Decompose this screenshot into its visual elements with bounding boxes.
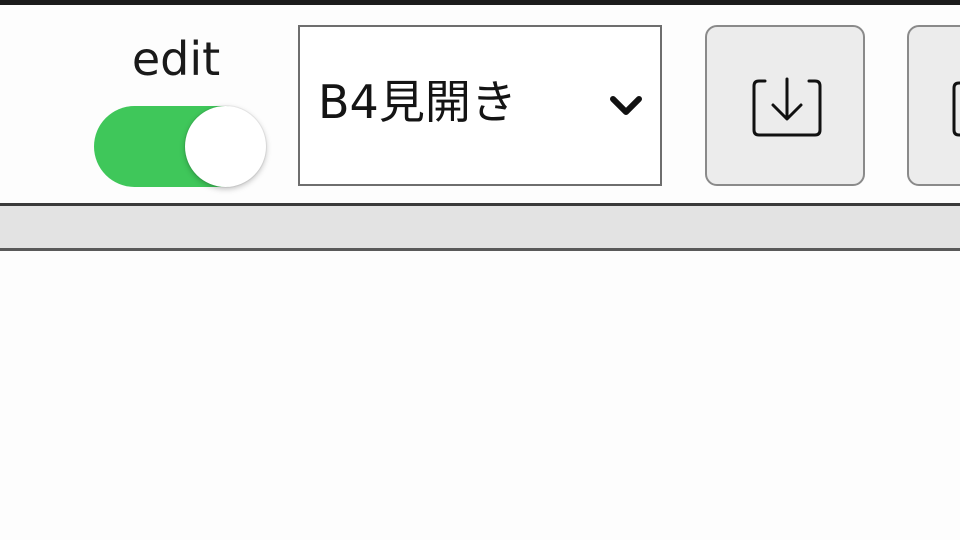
download-button[interactable] [705, 25, 865, 186]
edit-toggle[interactable] [94, 106, 266, 187]
unknown-icon [952, 81, 960, 137]
toggle-knob[interactable] [185, 106, 266, 187]
ruler-strip [0, 206, 960, 248]
paper-size-value: B4見開き [318, 75, 517, 129]
canvas-area[interactable] [0, 251, 960, 540]
toolbar: edit B4見開き [0, 5, 960, 204]
chevron-down-icon [610, 96, 642, 115]
edit-label: edit [131, 32, 221, 86]
paper-size-select[interactable]: B4見開き [298, 25, 662, 186]
toolbar-button-2[interactable] [907, 25, 960, 186]
download-icon [752, 77, 822, 137]
edit-mode-group: edit [92, 27, 268, 195]
app-screen: edit B4見開き [0, 0, 960, 540]
